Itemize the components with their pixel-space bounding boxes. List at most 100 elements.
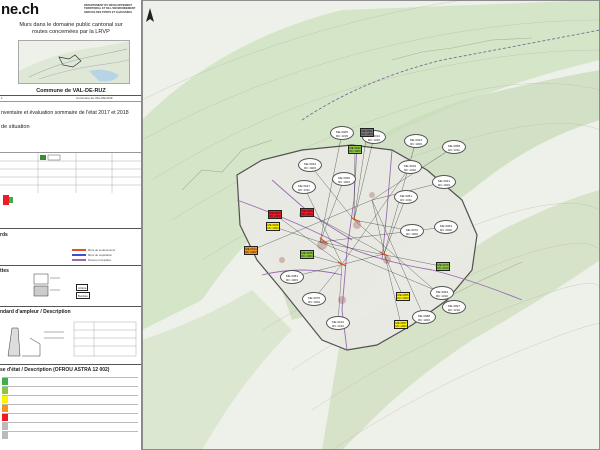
tag-bordure: Bordure [76,292,90,299]
wall-label-road: RC 1003 [301,212,313,217]
map-canvas [142,0,600,450]
legend-line-routes [72,259,86,261]
wall-label-road: RC 1310 [332,323,344,328]
wall-label-road: RC 1003 [267,226,279,231]
tag-arriere: Arrière [76,284,89,291]
wall-label-state[interactable]: ME 0026 RC 1003 [266,222,280,231]
wall-label-road: RC 1003 [269,214,281,219]
wall-label[interactable]: ME 0058 RC 1311 [442,140,466,154]
etat-class-list [2,377,140,447]
commune-name: Commune de VAL-DE-RUZ [36,88,106,94]
wall-label-state[interactable]: ME 0091 RC 1003 [360,128,374,137]
divider [0,364,141,365]
wall-label-road: RC 1310 [437,266,449,271]
wall-label[interactable]: ME 0064 RC 2000 [434,220,458,234]
canton-logo: ne.ch [1,1,39,18]
wall-label-road: RC 1003 [245,250,257,255]
legend-label: Murs de séparation [88,253,112,257]
legend-symbol-sample [1,193,17,207]
wall-label[interactable]: ME 0005 RC 1315 [330,126,354,140]
title-line: routes concernées par la LRVP [32,29,110,35]
wall-label-road: RC 1003 [361,132,373,137]
situation-map: ME 0005RC 1315ME 0012RC 1320ME 0019RC 13… [142,0,600,450]
legend-label: Murs de soutènement [88,248,116,252]
divider [0,265,141,266]
wall-label-state[interactable]: ME 0003 RC 1003 [268,210,282,219]
wall-label[interactable]: ME 0031 RC 1003 [432,175,456,189]
wall-label[interactable]: ME 0051 RC 1311 [394,190,418,204]
divider [0,306,141,307]
legend-section-title: se d'état / Description (OFROU ASTRA 12 … [0,367,110,373]
wall-label-road: RC 1311 [298,187,310,192]
wall-label-state[interactable]: ME 0055 RC 2000 [396,292,410,301]
etat-class-swatch [2,423,8,430]
legend-section-title: ndard d'ampleur / Description [0,309,71,315]
wall-label-road: RC 1003 [418,317,430,322]
subtitle: nventaire et évaluation sommaire de l'ét… [1,110,141,116]
title-block-table [0,153,141,193]
legend-section-title: rds [0,232,8,238]
subtitle-line: nventaire et évaluation sommaire de l'ét… [1,110,129,116]
wall-label[interactable]: ME 0023 RC 1003 [404,134,428,148]
etat-class-swatch [2,378,8,385]
wall-label-state[interactable]: ME 0045 RC 1003 [300,250,314,259]
etat-class-swatch [2,396,8,403]
wall-label-road: RC 1003 [438,182,450,187]
wall-profile-diagram [0,318,140,360]
legend-section-title: ttes [0,268,9,274]
wall-label-road: RC 1320 [368,137,380,142]
wall-label-road: RC 1315 [336,133,348,138]
wall-label-road: RC 1003 [395,324,407,329]
wall-label[interactable]: ME 0047 RC 1311 [292,180,316,194]
wall-label-state[interactable]: ME 0033 RC 1003 [348,145,362,154]
document-title: Murs dans le domaine public cantonal sur… [10,22,132,36]
wall-label-state[interactable]: ME 0079 RC 1310 [436,262,450,271]
divider [0,95,141,96]
wall-label-road: RC 2000 [397,296,409,301]
legend-label: Routes principales [88,258,112,262]
etat-class-swatch [2,405,8,412]
wall-label-road: RC 1310 [448,307,460,312]
wall-label-road: RC 1003 [304,165,316,170]
department-line: SERVICE DES PONTS ET CHAUSSÉES [84,10,132,14]
map-sheet: ne.ch DÉPARTEMENT DU DÉVELOPPEMENT TERRI… [0,0,600,450]
wall-label-road: RC 1003 [349,149,361,154]
wall-label[interactable]: ME 0081 RC 1003 [280,270,304,284]
wall-label-road: RC 1310 [436,293,448,298]
wall-label-road: RC 1311 [448,147,460,152]
etat-class-row [2,395,138,403]
etat-class-row [2,386,138,394]
wall-label[interactable]: ME 0093 RC 1310 [430,286,454,300]
wall-label-state[interactable]: ME 0067 RC 1003 [394,320,408,329]
overview-inset-map [18,40,130,84]
wall-label[interactable]: ME 0042 RC 1003 [298,158,322,172]
wall-label-road: RC 2000 [440,227,452,232]
wall-label-road: RC 1003 [410,141,422,146]
plan-type: de situation [1,124,30,130]
wall-label[interactable]: ME 0075 RC 1003 [302,292,326,306]
wall-label-road: RC 1003 [301,254,313,259]
wall-label-state[interactable]: ME 0014 RC 1003 [244,246,258,255]
wall-label[interactable]: ME 0102 RC 1310 [326,316,350,330]
wall-label-road: RC 1320 [404,167,416,172]
etat-class-row [2,413,138,421]
wall-label[interactable]: ME 0097 RC 1310 [442,300,466,314]
etat-class-row [2,404,138,412]
legend-line-soutenement [72,249,86,251]
etat-class-swatch [2,432,8,439]
id-right: Commune de VAL-DE-RUZ [76,96,113,100]
etat-class-swatch [2,414,8,421]
wall-label[interactable]: ME 0070 RC 1003 [400,224,424,238]
legend-panel: ne.ch DÉPARTEMENT DU DÉVELOPPEMENT TERRI… [0,0,142,450]
wall-label[interactable]: ME 0019 RC 1320 [398,160,422,174]
wall-label-state[interactable]: ME 0008 RC 1003 [300,208,314,217]
wall-label[interactable]: ME 0036 RC 1003 [332,172,356,186]
wall-label-road: RC 1003 [308,299,320,304]
wall-label-road: RC 1311 [400,197,412,202]
divider [0,228,141,229]
legend-line-separation [72,254,86,256]
etat-class-row [2,422,138,430]
wall-label[interactable]: ME 0088 RC 1003 [412,310,436,324]
etat-class-row [2,431,138,439]
title-line: Murs dans le domaine public cantonal sur [19,22,123,28]
